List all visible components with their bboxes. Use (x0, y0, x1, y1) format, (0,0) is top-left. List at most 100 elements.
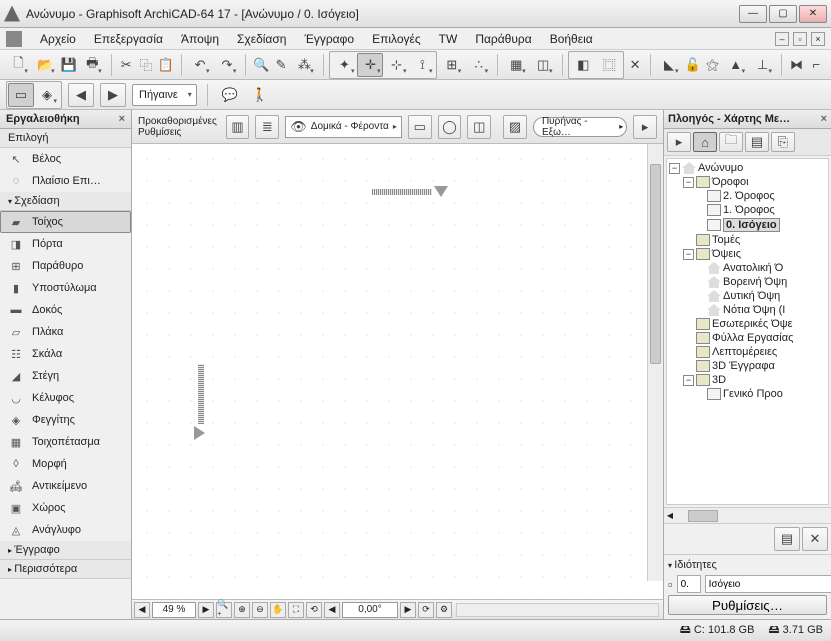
nav-tab-popup[interactable]: ▸ (667, 132, 691, 152)
tree-floor0[interactable]: 0. Ισόγειο (667, 217, 828, 233)
zoom-prev-button[interactable]: ⟲ (306, 602, 322, 618)
tool-window[interactable]: ⊞Παράθυρο (0, 255, 131, 277)
navigator-close-button[interactable]: × (821, 113, 827, 125)
tool-arrow[interactable]: ↖Βέλος (0, 148, 131, 170)
tree-floor1[interactable]: 1. Όροφος (667, 203, 828, 217)
geometry3-button[interactable]: ◫ (467, 115, 491, 139)
angle-value[interactable]: 0,00° (342, 602, 398, 618)
nav-new-button[interactable]: ▤ (774, 527, 800, 551)
wand-button[interactable]: ⚝ (704, 53, 722, 77)
measure-button[interactable]: ◣ (657, 53, 682, 77)
angle-left-button[interactable]: ◀ (324, 602, 340, 618)
tree-root[interactable]: −Ανώνυμο (667, 161, 828, 175)
nav-delete-button[interactable]: ✕ (802, 527, 828, 551)
walk-button[interactable]: 🚶 (248, 83, 272, 107)
props-name-input[interactable] (705, 575, 831, 593)
tool-roof[interactable]: ◢Στέγη (0, 365, 131, 387)
corner-button[interactable]: ⌐ (807, 53, 825, 77)
tool-curtainwall[interactable]: ▦Τοιχοπέτασμα (0, 431, 131, 453)
tree-floors[interactable]: −Όροφοι (667, 175, 828, 189)
tool-door[interactable]: ◨Πόρτα (0, 233, 131, 255)
print-button[interactable]: 🖶 (80, 53, 105, 77)
orient-button[interactable]: ⟳ (418, 602, 434, 618)
presets-button[interactable]: ▥ (226, 115, 250, 139)
scroll-left-button[interactable]: ◀ (134, 602, 150, 618)
chat-button[interactable]: 💬 (218, 83, 242, 107)
menu-tw[interactable]: TW (431, 30, 466, 48)
toolbox-section-document[interactable]: Έγγραφο (0, 541, 131, 560)
d3-button[interactable]: ▲ (723, 53, 748, 77)
nav-back-button[interactable]: ◀ (68, 83, 94, 107)
axis-button[interactable]: ⊥ (750, 53, 775, 77)
paste-button[interactable]: 📋 (157, 53, 175, 77)
3d-view-button[interactable]: ◈ (34, 83, 60, 107)
tree-elev-s[interactable]: Νότια Όψη (Ι (667, 303, 828, 317)
pick-button[interactable]: ✎ (272, 53, 290, 77)
eyedropper-button[interactable]: ⁂ (292, 53, 317, 77)
mdi-minimize-button[interactable]: – (775, 32, 789, 46)
tree-details[interactable]: Λεπτομέρειες (667, 345, 828, 359)
nav-tab-layout[interactable]: ▤ (745, 132, 769, 152)
zoom-value[interactable]: 49 % (152, 602, 196, 618)
find-button[interactable]: 🔍 (252, 53, 270, 77)
geometry2-button[interactable]: ◯ (438, 115, 462, 139)
redo-button[interactable]: ↷ (215, 53, 240, 77)
tree-3d[interactable]: −3D (667, 373, 828, 387)
close-tool-button[interactable]: ✕ (626, 53, 644, 77)
menu-options[interactable]: Επιλογές (364, 30, 429, 48)
toolbox-section-design[interactable]: Σχεδίαση (0, 192, 131, 211)
zoom-in-button[interactable]: ⊕ (234, 602, 250, 618)
minimize-button[interactable]: — (739, 5, 767, 23)
group-button[interactable]: ◫ (531, 53, 556, 77)
tree-horizontal-scrollbar[interactable]: ◀ (664, 507, 831, 523)
close-button[interactable]: ✕ (799, 5, 827, 23)
tool-object[interactable]: 🛋Αντικείμενο (0, 475, 131, 497)
tool-skylight[interactable]: ◈Φεγγίτης (0, 409, 131, 431)
toolbox-section-more[interactable]: Περισσότερα (0, 560, 131, 579)
zoom-out-button[interactable]: ⊖ (252, 602, 268, 618)
layer-combo[interactable]: 👁 Δομικά - Φέροντα ▸ (285, 116, 402, 138)
grid-snap-button[interactable]: ⊞ (439, 53, 464, 77)
drawing-canvas[interactable] (132, 144, 663, 599)
tree-hscroll-thumb[interactable] (688, 510, 718, 522)
copy-button[interactable]: ⿻ (137, 53, 155, 77)
tree-interior[interactable]: Εσωτερικές Όψε (667, 317, 828, 331)
menu-document[interactable]: Έγγραφο (296, 30, 362, 48)
zoom-options-button[interactable]: 🔍⁺ (216, 602, 232, 618)
tool-zone[interactable]: ▣Χώρος (0, 497, 131, 519)
tree-3d-generic[interactable]: Γενικό Προο (667, 387, 828, 401)
split-button[interactable]: ⧓ (788, 53, 806, 77)
nav-tab-publisher[interactable]: ⎘ (771, 132, 795, 152)
go-combo[interactable]: Πήγαινε (132, 84, 197, 106)
trace2-button[interactable]: ⿴ (596, 53, 622, 77)
mdi-close-button[interactable]: × (811, 32, 825, 46)
props-header[interactable]: Ιδιότητες (668, 557, 827, 573)
tree-elev-w[interactable]: Δυτική Όψη (667, 289, 828, 303)
menu-file[interactable]: Αρχείο (32, 30, 84, 48)
toolbox-section-selection[interactable]: Επιλογή (0, 129, 131, 148)
core-combo[interactable]: Πυρήνας - Εξω… (533, 117, 627, 137)
geometry1-button[interactable]: ▭ (408, 115, 432, 139)
open-button[interactable]: 📂 (33, 53, 58, 77)
tree-elevations[interactable]: −Όψεις (667, 247, 828, 261)
tool-stair[interactable]: ☷Σκάλα (0, 343, 131, 365)
plan-view-button[interactable]: ▭ (8, 83, 34, 107)
tree-sections[interactable]: Τομές (667, 233, 828, 247)
new-button[interactable]: 🗋 (6, 53, 31, 77)
snap2-button[interactable]: ✛ (357, 53, 383, 77)
maximize-button[interactable]: ▢ (769, 5, 797, 23)
vertical-scrollbar[interactable] (647, 144, 663, 581)
tree-docs3d[interactable]: 3D Έγγραφα (667, 359, 828, 373)
toolbox-close-button[interactable]: × (119, 113, 125, 125)
save-button[interactable]: 💾 (60, 53, 78, 77)
cut-button[interactable]: ✂ (117, 53, 135, 77)
tool-wall[interactable]: ▰Τοίχος (0, 211, 131, 233)
layers-icon-button[interactable]: ≣ (255, 115, 279, 139)
tool-beam[interactable]: ▬Δοκός (0, 299, 131, 321)
wall-segment-v[interactable] (198, 364, 204, 424)
snap3-button[interactable]: ⊹ (383, 53, 409, 77)
settings-button[interactable]: Ρυθμίσεις… (668, 595, 827, 615)
pan-button[interactable]: ✋ (270, 602, 286, 618)
snap1-button[interactable]: ✦ (331, 53, 357, 77)
tree-worksheets[interactable]: Φύλλα Εργασίας (667, 331, 828, 345)
